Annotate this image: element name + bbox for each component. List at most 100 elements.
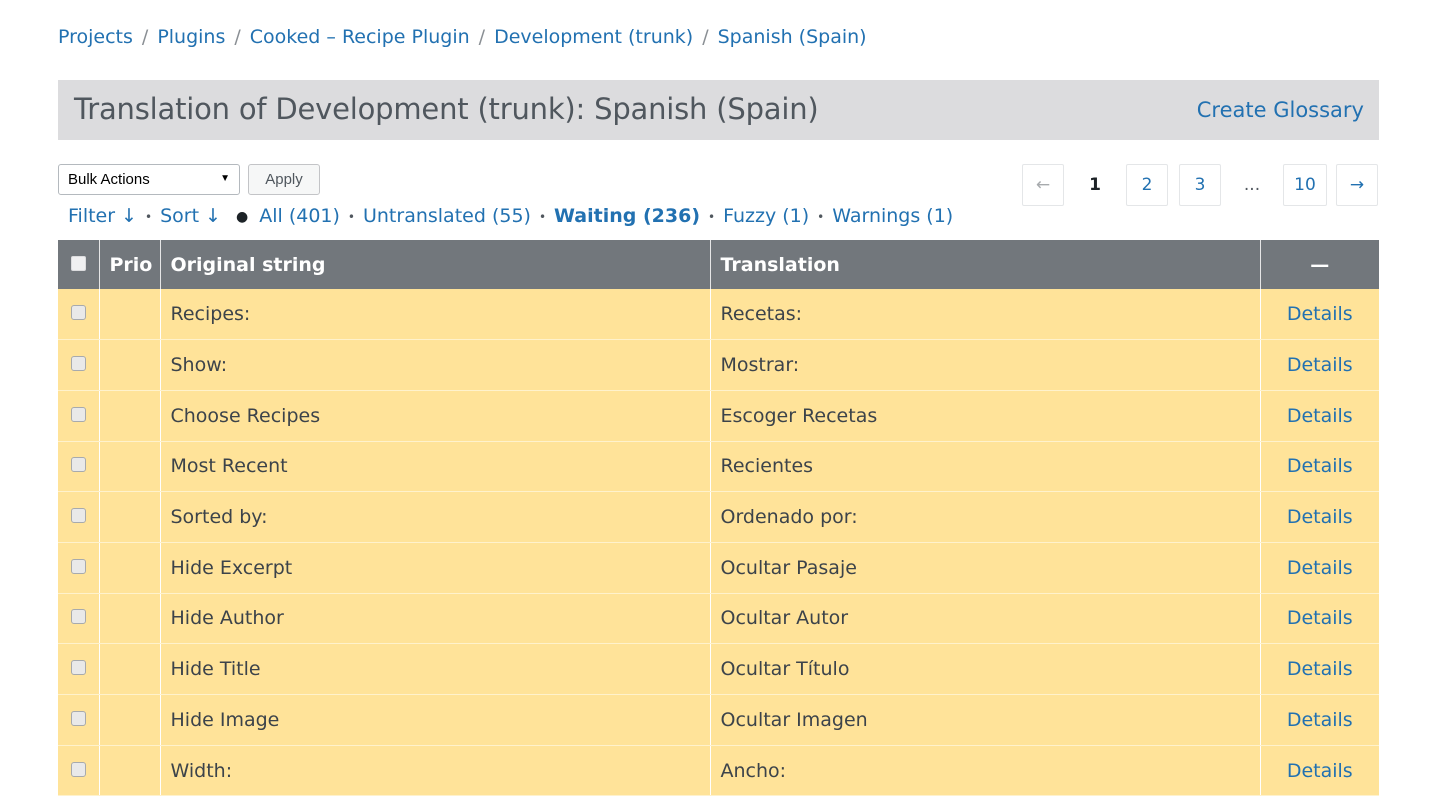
row-priority	[99, 390, 161, 442]
details-link[interactable]: Details	[1287, 557, 1353, 579]
breadcrumb-branch[interactable]: Development (trunk)	[494, 26, 693, 48]
row-original-string: Hide Author	[160, 593, 711, 645]
row-priority	[99, 694, 161, 746]
row-translation: Recientes	[710, 441, 1261, 493]
details-link[interactable]: Details	[1287, 303, 1353, 325]
table-row[interactable]: Hide Title Ocultar Título Details	[58, 643, 1379, 695]
breadcrumb-separator: /	[702, 26, 709, 48]
row-checkbox[interactable]	[70, 508, 86, 524]
row-checkbox[interactable]	[70, 660, 86, 676]
details-link[interactable]: Details	[1287, 455, 1353, 477]
row-select-cell	[58, 593, 100, 645]
row-priority	[99, 339, 161, 391]
translations-table: Prio Original string Translation — Recip…	[58, 240, 1379, 797]
details-link[interactable]: Details	[1287, 506, 1353, 528]
row-translation: Ocultar Imagen	[710, 694, 1261, 746]
pagination-prev-button: ←	[1022, 164, 1064, 206]
row-select-cell	[58, 745, 100, 797]
table-row[interactable]: Hide Excerpt Ocultar Pasaje Details	[58, 542, 1379, 594]
breadcrumb-locale[interactable]: Spanish (Spain)	[718, 26, 867, 48]
row-details-cell: Details	[1260, 441, 1379, 493]
separator-dot: •	[347, 209, 355, 224]
separator-dot: •	[538, 209, 547, 224]
filter-warnings[interactable]: Warnings (1)	[832, 205, 953, 227]
filter-toggle[interactable]: Filter ↓	[68, 205, 137, 227]
row-translation: Escoger Recetas	[710, 390, 1261, 442]
details-link[interactable]: Details	[1287, 658, 1353, 680]
pagination-page-1: 1	[1074, 164, 1116, 206]
breadcrumb-separator: /	[141, 26, 149, 48]
row-original-string: Width:	[160, 745, 711, 797]
table-row[interactable]: Choose Recipes Escoger Recetas Details	[58, 390, 1379, 442]
row-translation: Ocultar Pasaje	[710, 542, 1261, 594]
filter-all[interactable]: All (401)	[259, 205, 340, 227]
table-row[interactable]: Recipes: Recetas: Details	[58, 289, 1379, 341]
row-select-cell	[58, 390, 100, 442]
bulk-actions-select[interactable]: Bulk Actions ▼	[58, 164, 240, 195]
row-select-cell	[58, 491, 100, 543]
row-checkbox[interactable]	[70, 406, 86, 422]
bulk-actions-value: Bulk Actions	[68, 171, 150, 188]
pagination-page-2[interactable]: 2	[1126, 164, 1168, 206]
row-translation: Mostrar:	[710, 339, 1261, 391]
filter-untranslated[interactable]: Untranslated (55)	[363, 205, 531, 227]
row-original-string: Choose Recipes	[160, 390, 711, 442]
dropdown-arrow-icon: ▼	[220, 173, 230, 184]
separator-dot: •	[708, 209, 716, 224]
row-priority	[99, 491, 161, 543]
breadcrumb-separator: /	[234, 26, 241, 48]
details-link[interactable]: Details	[1287, 607, 1353, 629]
row-checkbox[interactable]	[70, 761, 86, 777]
page-header: Translation of Development (trunk): Span…	[58, 80, 1379, 140]
column-translation: Translation	[710, 240, 1261, 289]
row-checkbox[interactable]	[70, 457, 86, 473]
row-checkbox[interactable]	[70, 609, 86, 625]
sort-toggle[interactable]: Sort ↓	[160, 205, 221, 227]
details-link[interactable]: Details	[1287, 760, 1353, 782]
row-original-string: Hide Image	[160, 694, 711, 746]
breadcrumb-plugins[interactable]: Plugins	[157, 26, 225, 48]
details-link[interactable]: Details	[1287, 709, 1353, 731]
row-original-string: Recipes:	[160, 289, 711, 341]
page-title: Translation of Development (trunk): Span…	[74, 92, 819, 126]
breadcrumb-plugin[interactable]: Cooked – Recipe Plugin	[250, 26, 470, 48]
row-original-string: Show:	[160, 339, 711, 391]
row-select-cell	[58, 339, 100, 391]
table-row[interactable]: Most Recent Recientes Details	[58, 441, 1379, 493]
filter-fuzzy[interactable]: Fuzzy (1)	[723, 205, 809, 227]
row-translation: Ocultar Autor	[710, 593, 1261, 645]
breadcrumb-projects[interactable]: Projects	[58, 26, 133, 48]
row-select-cell	[58, 694, 100, 746]
details-link[interactable]: Details	[1287, 405, 1353, 427]
row-translation: Ancho:	[710, 745, 1261, 797]
details-link[interactable]: Details	[1287, 354, 1353, 376]
table-row[interactable]: Hide Image Ocultar Imagen Details	[58, 694, 1379, 746]
filter-waiting[interactable]: Waiting (236)	[554, 205, 700, 227]
select-all-cell	[58, 240, 100, 289]
row-translation: Recetas:	[710, 289, 1261, 341]
column-original-string: Original string	[160, 240, 711, 289]
row-select-cell	[58, 289, 100, 341]
table-row[interactable]: Hide Author Ocultar Autor Details	[58, 593, 1379, 645]
create-glossary-link[interactable]: Create Glossary	[1197, 98, 1364, 122]
row-translation: Ocultar Título	[710, 643, 1261, 695]
table-row[interactable]: Width: Ancho: Details	[58, 745, 1379, 797]
pagination-ellipsis: ...	[1231, 164, 1273, 206]
row-original-string: Hide Excerpt	[160, 542, 711, 594]
separator-bullet: ●	[236, 208, 249, 225]
table-row[interactable]: Show: Mostrar: Details	[58, 339, 1379, 391]
row-checkbox[interactable]	[70, 710, 86, 726]
table-row[interactable]: Sorted by: Ordenado por: Details	[58, 491, 1379, 543]
row-checkbox[interactable]	[70, 558, 86, 574]
select-all-checkbox[interactable]	[70, 255, 86, 271]
pagination-next-button[interactable]: →	[1336, 164, 1378, 206]
pagination-page-last[interactable]: 10	[1283, 164, 1327, 206]
pagination-page-3[interactable]: 3	[1179, 164, 1221, 206]
row-checkbox[interactable]	[70, 356, 86, 372]
apply-button[interactable]: Apply	[248, 164, 320, 195]
row-select-cell	[58, 441, 100, 493]
column-prio: Prio	[99, 240, 161, 289]
row-details-cell: Details	[1260, 542, 1379, 594]
row-details-cell: Details	[1260, 491, 1379, 543]
row-checkbox[interactable]	[70, 305, 86, 321]
